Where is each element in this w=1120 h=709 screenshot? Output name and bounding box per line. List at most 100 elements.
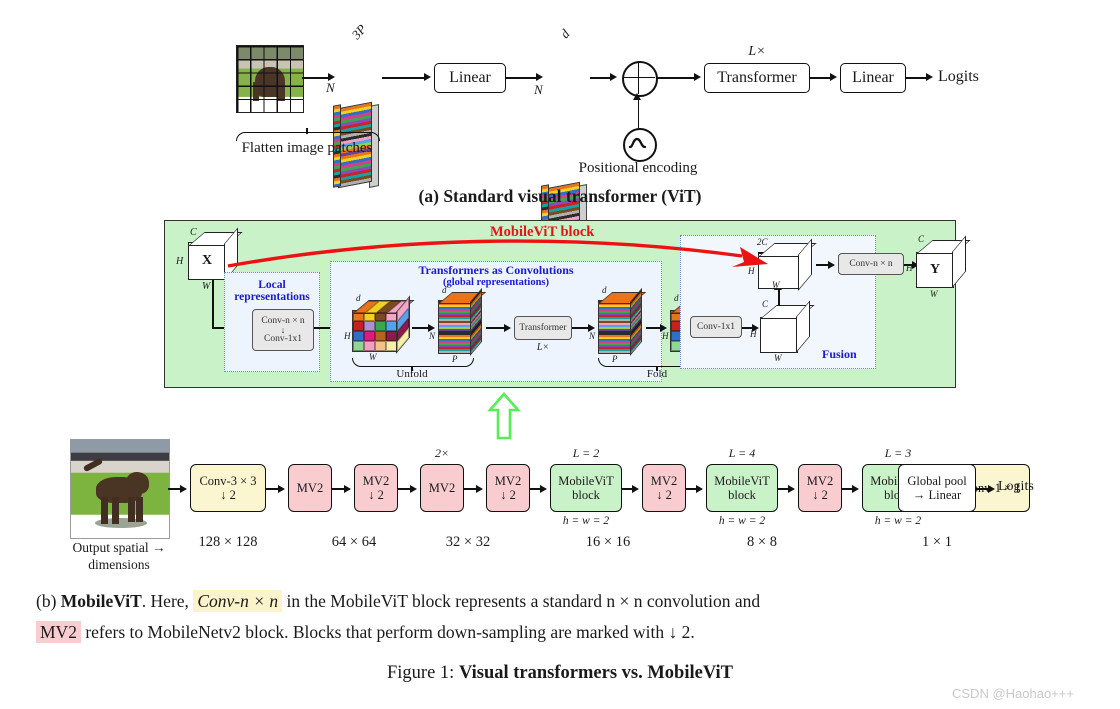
transformer-box-label: Transformer — [717, 69, 797, 87]
pipeline-block-0[interactable]: Conv-3 × 3 ↓ 2 — [190, 464, 266, 512]
global-seq-in-stack — [438, 287, 487, 356]
arrowhead-2 — [424, 73, 431, 81]
transformer-repeat-label: L× — [748, 44, 766, 59]
arrow-transformer-to-linear2 — [810, 77, 832, 79]
seq-out-front — [598, 300, 632, 354]
linear-box-2[interactable]: Linear — [840, 63, 906, 93]
pipeline-block-8-line1: MV2 — [806, 473, 834, 488]
pipeline-globalpool-line2: → Linear — [912, 488, 962, 502]
fusion-conv1x1-box[interactable]: Conv-1x1 — [690, 316, 742, 338]
pipeline-block-4-line2: ↓ 2 — [500, 488, 516, 502]
output-cube-face: Y — [916, 252, 954, 288]
spatial-dim-0: 128 × 128 — [198, 534, 258, 550]
add-operator-icon — [622, 61, 658, 97]
pipe-head-1 — [278, 484, 285, 493]
concat-w-label: W — [772, 280, 780, 290]
pipeline-block-9-bottom: h = w = 2 — [874, 515, 922, 527]
pipeline-block-4-line1: MV2 — [494, 473, 522, 488]
pipe-head-5 — [540, 484, 547, 493]
local-conv-1x1-label: Conv-1x1 — [264, 334, 302, 345]
skip-connection-arrow — [227, 239, 768, 268]
pipe-head-6 — [632, 484, 639, 493]
pipeline-block-4[interactable]: MV2 ↓ 2 — [486, 464, 530, 512]
local-representations-heading: Local representations — [220, 279, 324, 303]
block-transformer-box[interactable]: Transformer — [514, 316, 572, 340]
global-cube-in-d: d — [356, 293, 361, 303]
seq-in-n: N — [429, 331, 436, 341]
pipe-head-2 — [344, 484, 351, 493]
input-caption-line2: dimensions — [88, 556, 150, 572]
flatten-brace-label: Flatten image patches — [241, 140, 373, 156]
pipeline-block-7-line2: block — [728, 488, 756, 502]
embed-slab-label-N: N — [534, 82, 543, 97]
arrowhead-4 — [610, 73, 617, 81]
output-cube-h: H — [906, 263, 913, 273]
arrow-image-to-patches — [302, 77, 330, 79]
seq-in-front — [438, 300, 472, 354]
pipeline-block-6[interactable]: MV2 ↓ 2 — [642, 464, 686, 512]
seq-out-d: d — [602, 285, 607, 295]
pipe-head-0 — [180, 484, 187, 493]
arrow-linear2-to-logits — [906, 77, 928, 79]
arrow-add-to-transformer — [656, 77, 696, 79]
pipeline-block-7[interactable]: MobileViT block — [706, 464, 778, 512]
transformer-box[interactable]: Transformer — [704, 63, 810, 93]
spatial-dim-1: 64 × 64 — [331, 534, 377, 550]
path-x-down — [212, 280, 214, 328]
pipe-head-logits — [988, 484, 995, 493]
fusion-conv1x1-label: Conv-1x1 — [697, 321, 735, 332]
fusion-heading: Fusion — [822, 347, 857, 361]
path-fusion-up — [778, 288, 780, 306]
pipe-head-3 — [410, 484, 417, 493]
input-cube-h-label: H — [176, 256, 184, 267]
panel-a: 3P N Linear d N Positional encoding Tran… — [0, 0, 1120, 269]
pipeline-block-1-line1: MV2 — [296, 480, 324, 495]
input-cube-c-label: C — [190, 227, 197, 238]
pipeline-block-globalpool[interactable]: Global pool → Linear — [898, 464, 976, 512]
fusion-mid-w: W — [774, 353, 782, 363]
slab-label-3P: 3P — [348, 21, 370, 43]
figure-title-prefix: Figure 1: — [386, 663, 459, 683]
global-seq-out-stack — [598, 287, 647, 356]
caption-seg1: (b) — [36, 591, 61, 611]
pipe-head-8 — [788, 484, 795, 493]
input-cube-label: X — [201, 253, 213, 268]
arrow-linear-to-embed — [506, 77, 538, 79]
figure-root: 3P N Linear d N Positional encoding Tran… — [0, 0, 1120, 709]
seq-out-n: N — [589, 331, 596, 341]
seq-in-d: d — [442, 285, 447, 295]
image-patches-grid — [236, 45, 304, 113]
output-cube-y: Y — [916, 235, 971, 288]
caption-seg5: in the MobileViT block represents a stan… — [282, 591, 761, 611]
local-conv-op-box[interactable]: Conv-n × n ↓ Conv-1x1 — [252, 309, 314, 351]
input-caption-line1: Output spatial → — [72, 540, 166, 555]
pipeline-block-5[interactable]: MobileViT block — [550, 464, 622, 512]
fusion-convnn-box[interactable]: Conv-n × n — [838, 253, 904, 275]
voxel-front — [352, 310, 398, 352]
pipeline-block-5-bottom: h = w = 2 — [562, 515, 610, 527]
arrowhead-5 — [633, 93, 641, 100]
caption-seg2: MobileViT — [60, 591, 142, 611]
arrow-embed-to-add — [590, 77, 612, 79]
pipeline-input-image — [70, 439, 170, 539]
add-vbar — [637, 62, 640, 94]
local-conv-arrow: ↓ — [280, 324, 286, 335]
slab-label-d: d — [557, 26, 573, 42]
pipeline-block-7-line1: MobileViT — [714, 473, 770, 488]
global-input-voxel-cube — [352, 295, 415, 354]
pipeline-block-3[interactable]: MV2 — [420, 464, 464, 512]
figure-title: Figure 1: Visual transformers vs. Mobile… — [0, 663, 1120, 684]
pipeline-block-7-top: L = 4 — [728, 446, 756, 460]
fusion-mid-front — [760, 317, 798, 353]
pipeline-block-8[interactable]: MV2 ↓ 2 — [798, 464, 842, 512]
spatial-dim-2: 32 × 32 — [445, 534, 491, 550]
sine-wave-icon — [628, 137, 647, 149]
global-cube-out-h: H — [662, 331, 669, 341]
pipe-head-4 — [476, 484, 483, 493]
arrowhead-8 — [926, 73, 933, 81]
arrow-patches-to-linear — [382, 77, 426, 79]
pipeline-block-2[interactable]: MV2 ↓ 2 — [354, 464, 398, 512]
pipeline-globalpool-line1: Global pool — [907, 473, 967, 488]
linear-box-1[interactable]: Linear — [434, 63, 506, 93]
pipeline-block-1[interactable]: MV2 — [288, 464, 332, 512]
